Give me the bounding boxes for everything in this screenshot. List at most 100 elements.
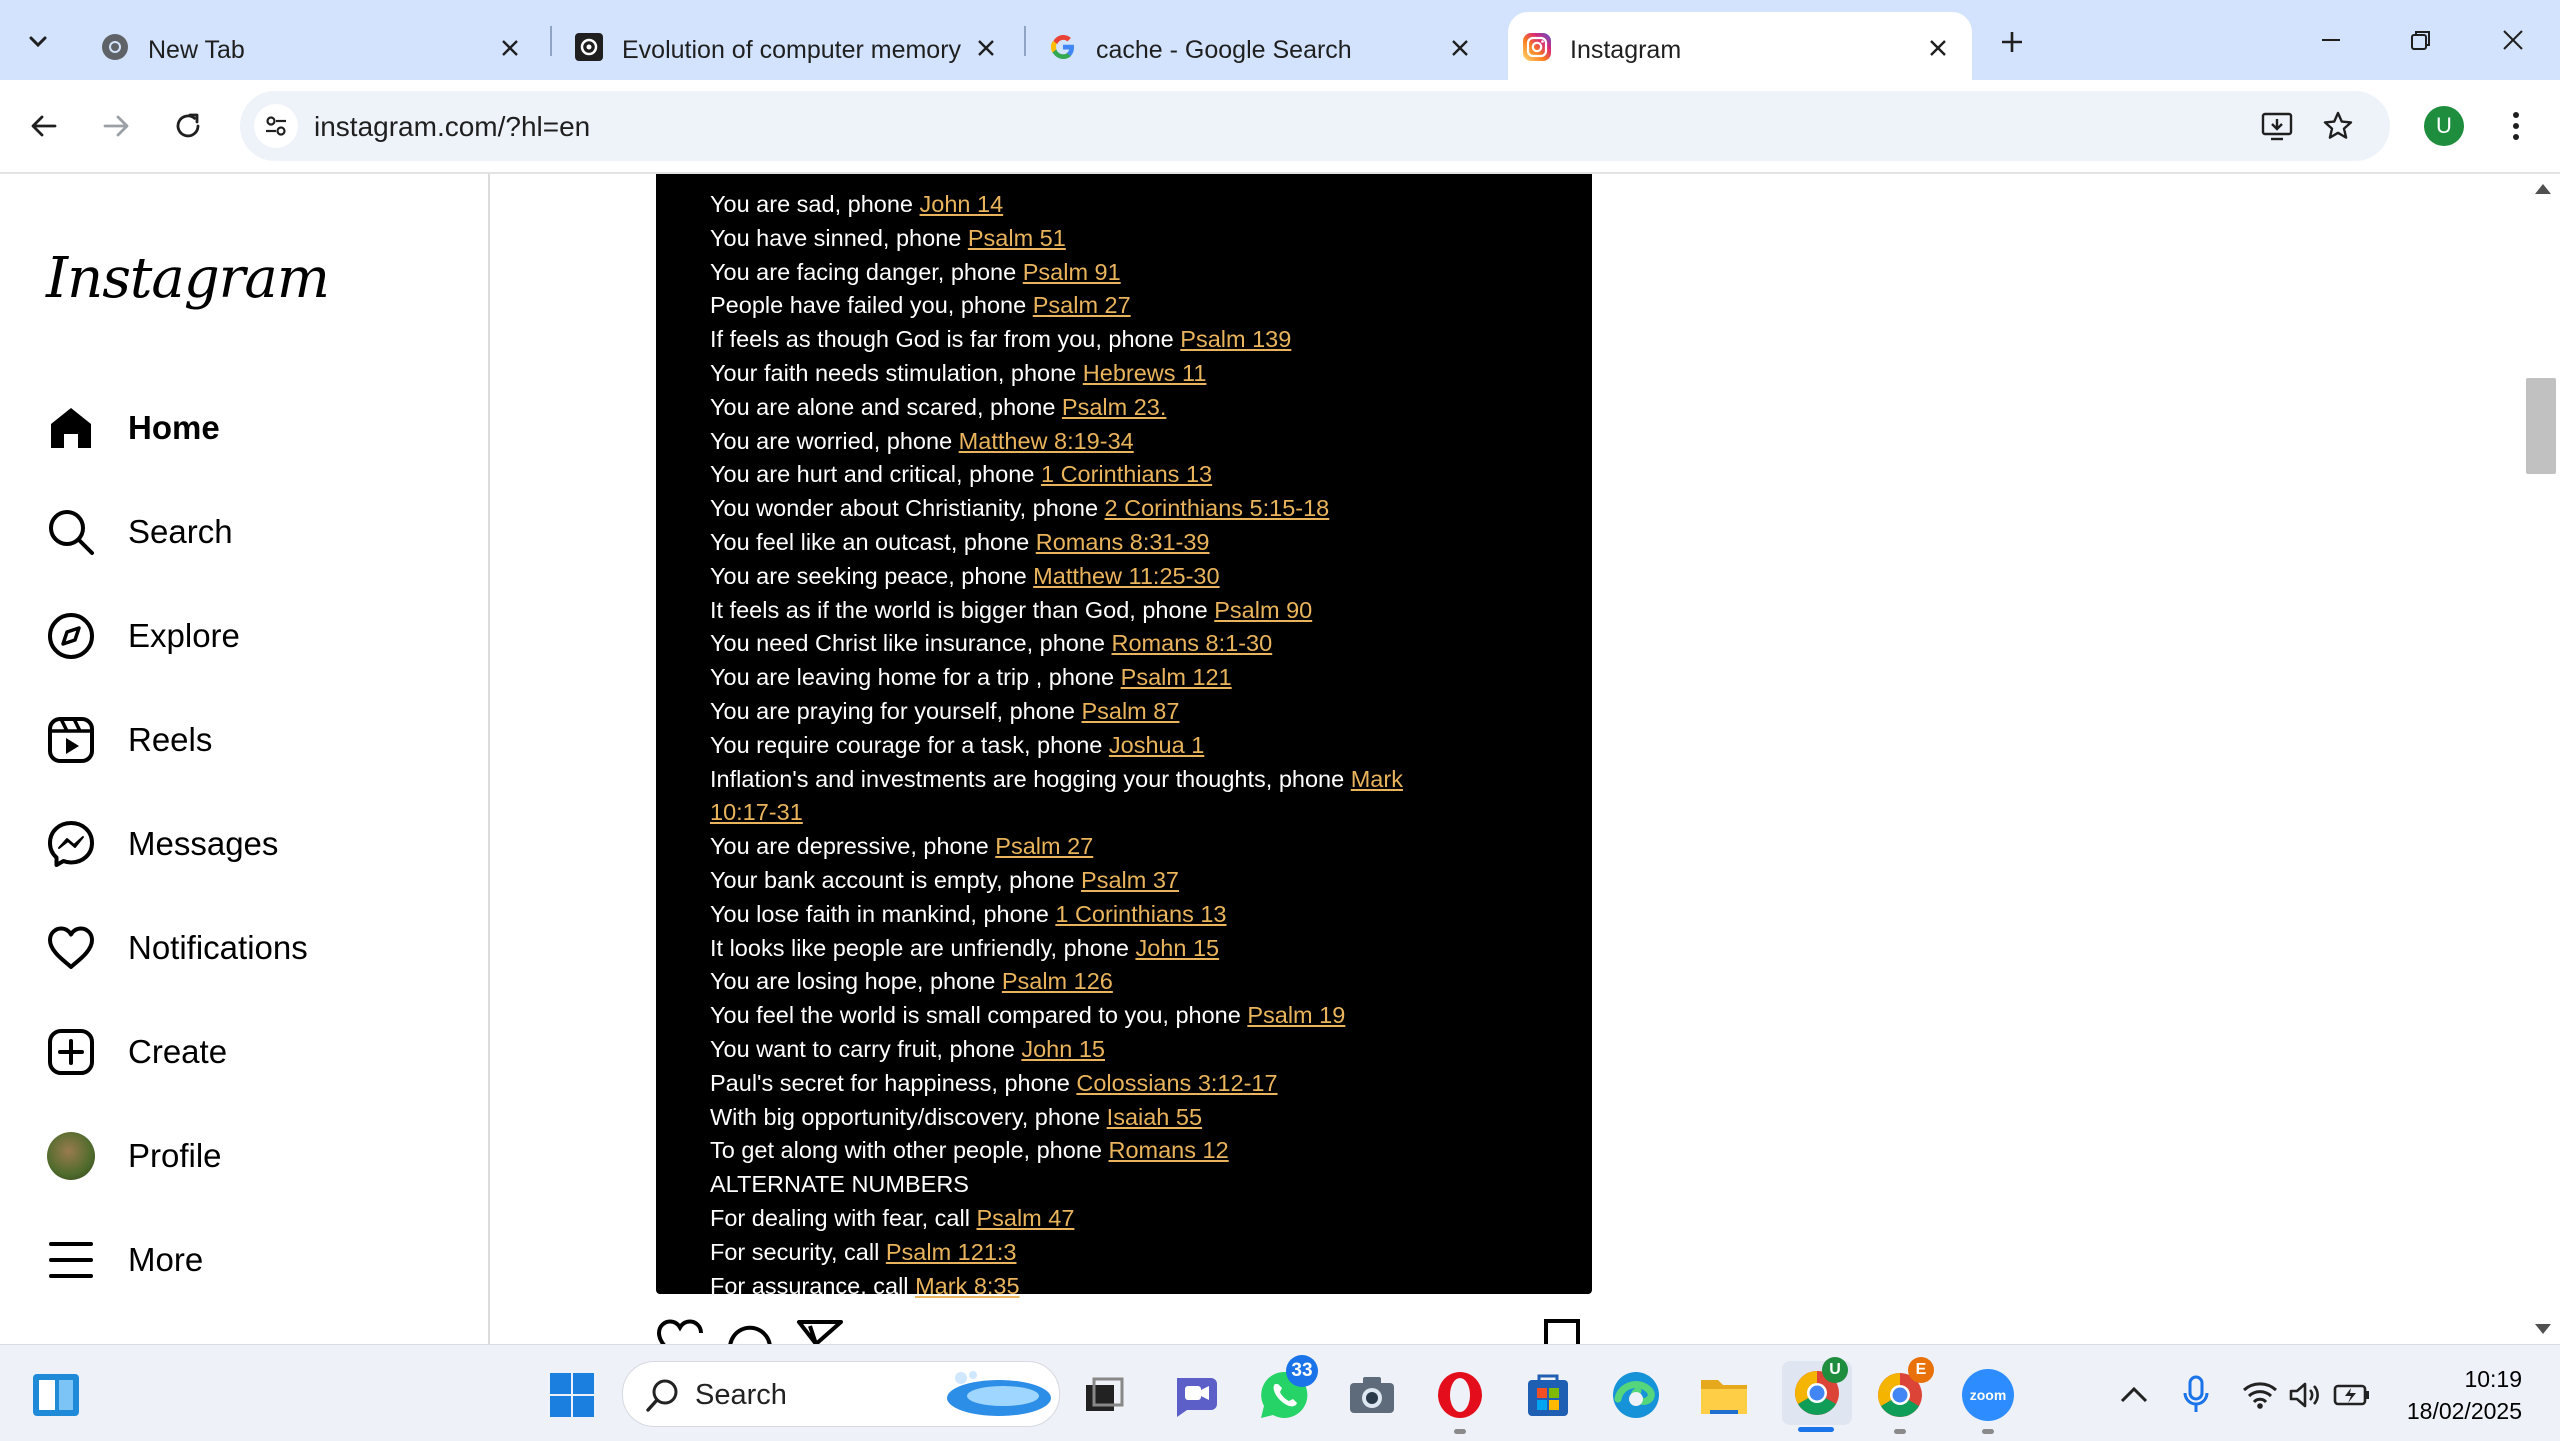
post-text-line: You are praying for yourself, phone Psal… <box>710 695 1550 729</box>
tab-instagram[interactable]: Instagram <box>1508 12 1972 80</box>
widgets-icon[interactable] <box>28 1367 84 1423</box>
zoom-icon[interactable]: zoom <box>1960 1367 2016 1423</box>
close-icon[interactable] <box>1924 34 1952 62</box>
site-info-button[interactable] <box>254 104 298 148</box>
address-bar[interactable]: instagram.com/?hl=en <box>240 91 2390 161</box>
scripture-reference: Psalm 121:3 <box>885 1238 1017 1265</box>
minimize-button[interactable] <box>2296 14 2366 66</box>
heart-icon <box>46 923 96 973</box>
browser-menu-button[interactable] <box>2494 104 2538 148</box>
post-text-line: You feel like an outcast, phone Romans 8… <box>710 526 1550 560</box>
whatsapp-unread-badge: 33 <box>1286 1355 1318 1387</box>
running-indicator <box>1894 1429 1906 1434</box>
forward-button[interactable] <box>94 104 138 148</box>
wifi-icon[interactable] <box>2238 1367 2282 1423</box>
restore-button[interactable] <box>2386 14 2456 66</box>
microphone-icon[interactable] <box>2174 1367 2218 1423</box>
whatsapp-icon[interactable]: 33 <box>1256 1355 1318 1423</box>
opera-icon[interactable] <box>1432 1367 1488 1423</box>
tab-evolution-memory[interactable]: Evolution of computer memory <box>540 12 1020 80</box>
search-icon <box>646 1379 678 1412</box>
tab-search-button[interactable] <box>10 18 66 66</box>
taskbar: Search 33 U E zoom 10:19 18/02/2025 <box>0 1344 2560 1441</box>
post-line-text: For security, call <box>710 1238 886 1265</box>
post-line-text: You are worried, phone <box>710 427 959 454</box>
scroll-up-arrow[interactable] <box>2535 184 2551 194</box>
back-button[interactable] <box>22 104 66 148</box>
avatar <box>47 1132 95 1180</box>
post-text-line: For assurance, call Mark 8:35 <box>710 1270 1550 1304</box>
scripture-reference: 1 Corinthians 13 <box>1040 461 1213 488</box>
tab-google-search[interactable]: cache - Google Search <box>1014 12 1494 80</box>
camera-icon[interactable] <box>1344 1367 1400 1423</box>
post-line-text: You are losing hope, phone <box>710 968 1002 995</box>
nav-label: Profile <box>128 1137 222 1174</box>
tab-new-tab[interactable]: New Tab <box>66 12 546 80</box>
post-line-text: Your bank account is empty, phone <box>710 866 1082 893</box>
microsoft-store-icon[interactable] <box>1520 1367 1576 1423</box>
post-line-text: You wonder about Christianity, phone <box>710 495 1105 522</box>
scripture-reference: Isaiah 55 <box>1106 1103 1203 1130</box>
post-text-line: You are sad, phone John 14 <box>710 188 1550 222</box>
post-text-line: With big opportunity/discovery, phone Is… <box>710 1101 1550 1135</box>
nav-reels[interactable]: Reels <box>46 708 212 772</box>
edge-icon[interactable] <box>1608 1367 1664 1423</box>
chrome-profile-badge: U <box>1822 1357 1848 1383</box>
close-icon[interactable] <box>1446 34 1474 62</box>
comment-icon[interactable] <box>726 1314 774 1344</box>
system-clock[interactable]: 10:19 18/02/2025 <box>2392 1363 2522 1427</box>
chrome-profile-2-icon[interactable]: E <box>1872 1357 1934 1423</box>
start-button[interactable] <box>544 1367 600 1423</box>
volume-icon[interactable] <box>2284 1367 2328 1423</box>
save-icon[interactable] <box>1542 1314 1582 1344</box>
close-icon[interactable] <box>496 34 524 62</box>
nav-profile[interactable]: Profile <box>46 1124 222 1188</box>
teams-chat-icon[interactable] <box>1168 1367 1224 1423</box>
scroll-down-arrow[interactable] <box>2535 1324 2551 1334</box>
tab-title: Evolution of computer memory <box>622 36 962 64</box>
instagram-logo[interactable]: Instagram <box>46 246 330 311</box>
share-icon[interactable] <box>796 1314 844 1344</box>
nav-home[interactable]: Home <box>46 396 220 460</box>
like-icon[interactable] <box>656 1314 704 1344</box>
nav-explore[interactable]: Explore <box>46 604 240 668</box>
scripture-reference: Psalm 19 <box>1247 1002 1346 1029</box>
browser-toolbar: instagram.com/?hl=en U <box>0 80 2560 174</box>
running-indicator <box>1982 1429 1994 1434</box>
nav-messages[interactable]: Messages <box>46 812 278 876</box>
url-text[interactable]: instagram.com/?hl=en <box>314 111 590 143</box>
menu-icon <box>46 1235 96 1285</box>
post-line-text: You are facing danger, phone <box>710 258 1023 285</box>
page-scrollbar[interactable] <box>2526 174 2560 1344</box>
post-line-text: You want to carry fruit, phone <box>710 1035 1022 1062</box>
post-line-text: ALTERNATE NUMBERS <box>710 1171 969 1198</box>
chrome-taskbar-icon[interactable]: U <box>1782 1357 1852 1425</box>
task-view-icon[interactable] <box>1076 1367 1132 1423</box>
post-line-text: You feel the world is small compared to … <box>710 1002 1248 1029</box>
browser-profile-avatar[interactable]: U <box>2424 106 2464 146</box>
show-hidden-icons-button[interactable] <box>2112 1367 2156 1423</box>
scroll-thumb[interactable] <box>2526 378 2556 474</box>
reload-button[interactable] <box>166 104 210 148</box>
tab-title: Instagram <box>1570 36 1682 64</box>
post-line-text: It feels as if the world is bigger than … <box>710 596 1215 623</box>
nav-create[interactable]: Create <box>46 1020 227 1084</box>
post-image[interactable]: You are sad, phone John 14 You have sinne… <box>656 174 1592 1299</box>
nav-notifications[interactable]: Notifications <box>46 916 308 980</box>
post-line-text: You are seeking peace, phone <box>710 562 1034 589</box>
post-text-line: Your faith needs stimulation, phone Hebr… <box>710 357 1550 391</box>
post-line-text: You need Christ like insurance, phone <box>710 630 1112 657</box>
post-text-line: You are depressive, phone Psalm 27 <box>710 830 1550 864</box>
scripture-reference: Mark 8:35 <box>915 1272 1020 1299</box>
nav-more[interactable]: More <box>46 1228 203 1292</box>
post-text-line: ALTERNATE NUMBERS <box>710 1168 1550 1202</box>
close-icon[interactable] <box>972 34 1000 62</box>
install-app-button[interactable] <box>2256 104 2300 148</box>
file-explorer-icon[interactable] <box>1696 1367 1752 1423</box>
new-tab-button[interactable] <box>1990 20 2034 64</box>
bookmark-button[interactable] <box>2316 104 2360 148</box>
nav-search[interactable]: Search <box>46 500 233 564</box>
close-window-button[interactable] <box>2478 14 2548 66</box>
taskbar-search[interactable]: Search <box>622 1361 1060 1427</box>
battery-icon[interactable] <box>2330 1367 2374 1423</box>
